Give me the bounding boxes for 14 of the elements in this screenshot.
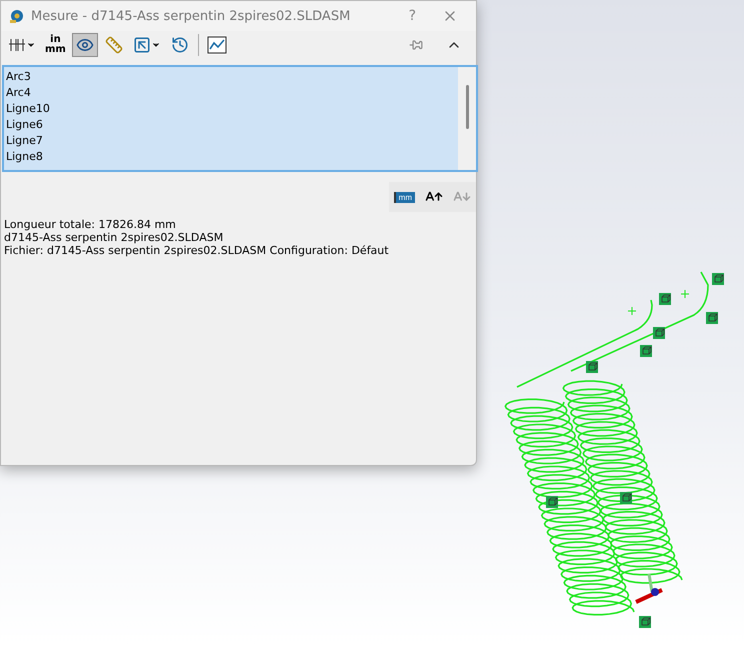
scrollbar[interactable]: [458, 67, 476, 170]
history-icon: [170, 36, 189, 54]
result-line: Longueur totale: 17826.84 mm: [4, 218, 177, 231]
xyz-tool-button[interactable]: [72, 33, 98, 57]
caliper-icon: [8, 37, 26, 53]
result-line: d7145-Ass serpentin 2spires02.SLDASM: [4, 231, 224, 244]
tape-measure-icon: [9, 8, 25, 24]
eye-icon: [76, 36, 94, 54]
result-line: Fichier: d7145-Ass serpentin 2spires02.SLDASM Configuration: Défaut: [4, 244, 390, 257]
ruler-icon: [104, 36, 123, 54]
line-chart-icon: [206, 36, 227, 54]
units-button[interactable]: mm: [392, 192, 417, 202]
window-title: Mesure - d7145-Ass serpentin 2spires02.SLDASM: [31, 8, 352, 24]
projection-icon: [132, 36, 151, 54]
